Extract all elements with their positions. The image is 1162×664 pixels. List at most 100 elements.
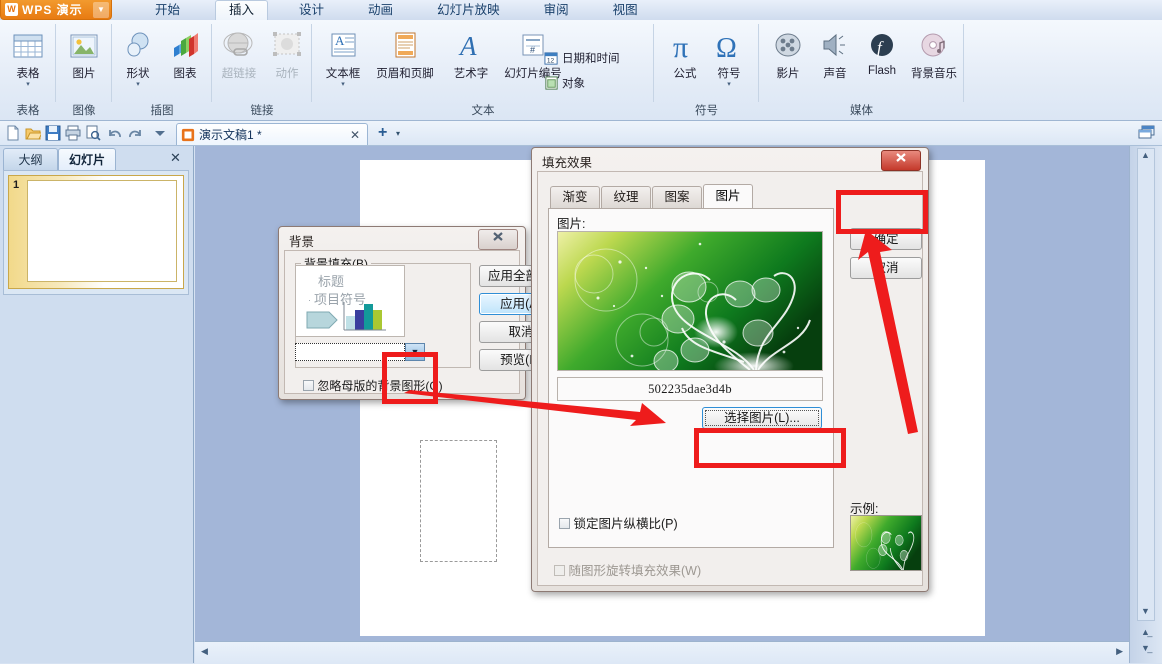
symbol-omega-icon: Ω [716, 33, 737, 64]
chevron-down-icon[interactable]: ▾ [706, 81, 752, 88]
horizontal-scrollbar[interactable]: ◀ ▶ [195, 641, 1129, 664]
shapes-icon [127, 32, 149, 57]
sound-button[interactable]: 声音 [812, 30, 858, 81]
lock-aspect-ratio-row[interactable]: 锁定图片纵横比(P) [559, 513, 678, 532]
restore-window-button[interactable] [1138, 124, 1158, 140]
tab-outline[interactable]: 大纲 [3, 148, 58, 170]
chart-button[interactable]: 图表 [162, 30, 208, 81]
chevron-down-icon[interactable]: ▾ [115, 81, 161, 88]
customize-icon[interactable] [152, 128, 168, 138]
ribbon-group-label-media: 媒体 [850, 105, 873, 117]
document-tab-label: 演示文稿1 * [199, 128, 262, 142]
annotation-arrow-to-filename [404, 390, 666, 426]
background-preview: 标题 · 项目符号 [295, 265, 405, 337]
shapes-button[interactable]: 形状 ▾ [115, 30, 161, 88]
chevron-down-icon[interactable]: ▾ [5, 81, 51, 88]
ribbon-group-text: A 文本框 ▾ 页眉和页脚 A 艺术字 # 幻灯片编号 12 日期和时间 对象 … [312, 20, 654, 120]
scroll-up-icon[interactable]: ▲ [1141, 150, 1150, 160]
scroll-left-icon[interactable]: ◀ [201, 646, 208, 657]
svg-text:A: A [335, 33, 345, 48]
header-footer-label: 页眉和页脚 [376, 68, 434, 80]
preview-title-text: 标题 [318, 274, 344, 289]
ribbon-tab-start[interactable]: 开始 [142, 0, 193, 20]
picture-tab-panel: 图片: 502235dae3d4b 选择图片(L)... 锁定图片纵横比(P) [548, 208, 834, 548]
svg-text:#: # [530, 45, 535, 55]
date-time-button[interactable]: 12 日期和时间 [544, 50, 620, 66]
picture-button[interactable]: 图片 [61, 30, 107, 81]
flash-button[interactable]: f Flash [859, 30, 905, 77]
tab-gradient[interactable]: 渐变 [550, 186, 600, 208]
scroll-right-icon[interactable]: ▶ [1116, 646, 1123, 657]
chevron-down-icon[interactable]: ▾ [320, 81, 366, 88]
symbol-label: 符号 [717, 68, 741, 80]
formula-label: 公式 [673, 68, 697, 80]
chart-label: 图表 [173, 68, 197, 80]
ribbon-tab-review[interactable]: 审阅 [531, 0, 582, 20]
ribbon-tab-animation[interactable]: 动画 [355, 0, 406, 20]
chevron-down-icon[interactable]: ▼ [93, 1, 109, 18]
wps-app-button[interactable]: W WPS 演示 ▼ [0, 0, 112, 20]
rotate-with-shape-row: 随图形旋转填充效果(W) [554, 560, 701, 579]
header-footer-button[interactable]: 页眉和页脚 [370, 30, 440, 81]
table-icon [13, 34, 43, 58]
print-preview-icon[interactable] [85, 125, 101, 141]
new-icon[interactable] [5, 125, 21, 141]
presentation-file-icon [181, 128, 195, 141]
formula-button[interactable]: π 公式 [662, 30, 708, 81]
open-icon[interactable] [25, 125, 41, 141]
tab-pattern[interactable]: 图案 [652, 186, 702, 208]
save-icon[interactable] [45, 125, 61, 141]
background-music-icon [921, 33, 945, 57]
symbol-button[interactable]: Ω 符号 ▾ [706, 30, 752, 88]
tab-slides[interactable]: 幻灯片 [58, 148, 116, 170]
ignore-master-graphics-checkbox[interactable] [303, 380, 314, 391]
action-label: 动作 [275, 68, 299, 80]
previous-slide-icon[interactable]: ▲̲ [1141, 627, 1150, 637]
annotation-arrow-to-ok [858, 230, 918, 434]
document-tab[interactable]: 演示文稿1 * ✕ [176, 123, 368, 145]
close-button[interactable] [881, 150, 921, 171]
redo-icon[interactable] [127, 125, 143, 141]
next-slide-icon[interactable]: ▼̲ [1141, 643, 1150, 653]
chevron-down-icon[interactable]: ▾ [396, 129, 400, 138]
vertical-scrollbar[interactable]: ▲ ▼ ▲̲ ▼̲ [1129, 146, 1162, 663]
object-button[interactable]: 对象 [544, 75, 585, 91]
choose-picture-button[interactable]: 选择图片(L)... [702, 407, 822, 429]
close-icon[interactable]: ✕ [170, 150, 181, 166]
slide-thumbnail-1[interactable]: 1 [8, 175, 184, 289]
ribbon-group-illustration: 形状 ▾ 图表 插图 [112, 20, 212, 120]
chart-icon [174, 33, 198, 57]
ribbon-tab-design[interactable]: 设计 [286, 0, 337, 20]
tab-picture[interactable]: 图片 [703, 184, 753, 208]
undo-icon[interactable] [107, 125, 123, 141]
action-button[interactable]: 动作 [264, 30, 310, 81]
annotation-box-ok [836, 190, 928, 234]
content-placeholder[interactable] [420, 440, 497, 562]
close-button[interactable] [478, 229, 518, 250]
textbox-label: 文本框 [325, 68, 361, 80]
preview-bullet-mark: · [308, 295, 311, 305]
title-bar: W WPS 演示 ▼ 开始 插入 设计 动画 幻灯片放映 审阅 视图 [0, 0, 1162, 21]
hyperlink-button[interactable]: 超链接 [216, 30, 262, 81]
tab-texture[interactable]: 纹理 [601, 186, 651, 208]
ribbon-tab-insert[interactable]: 插入 [215, 0, 269, 20]
lock-aspect-ratio-checkbox[interactable] [559, 518, 570, 529]
object-label: 对象 [562, 78, 585, 90]
scroll-down-icon[interactable]: ▼ [1141, 606, 1150, 616]
ribbon-group-label-image: 图像 [72, 105, 96, 117]
vertical-scroll-track[interactable] [1137, 148, 1155, 621]
sample-preview-image [851, 516, 921, 570]
wordart-button[interactable]: A 艺术字 [445, 30, 497, 81]
close-icon[interactable]: ✕ [347, 128, 363, 142]
movie-button[interactable]: 影片 [765, 30, 811, 81]
textbox-button[interactable]: A 文本框 ▾ [320, 30, 366, 88]
table-button[interactable]: 表格 ▾ [5, 30, 51, 88]
ribbon-group-label-link: 链接 [250, 105, 274, 117]
print-icon[interactable] [65, 125, 81, 141]
sound-icon [823, 33, 845, 57]
new-tab-button[interactable]: + [378, 125, 387, 141]
ribbon-tab-slideshow[interactable]: 幻灯片放映 [424, 0, 513, 20]
background-music-button[interactable]: 背景音乐 [906, 30, 962, 81]
flash-icon: f [871, 34, 893, 57]
ribbon-tab-view[interactable]: 视图 [600, 0, 651, 20]
